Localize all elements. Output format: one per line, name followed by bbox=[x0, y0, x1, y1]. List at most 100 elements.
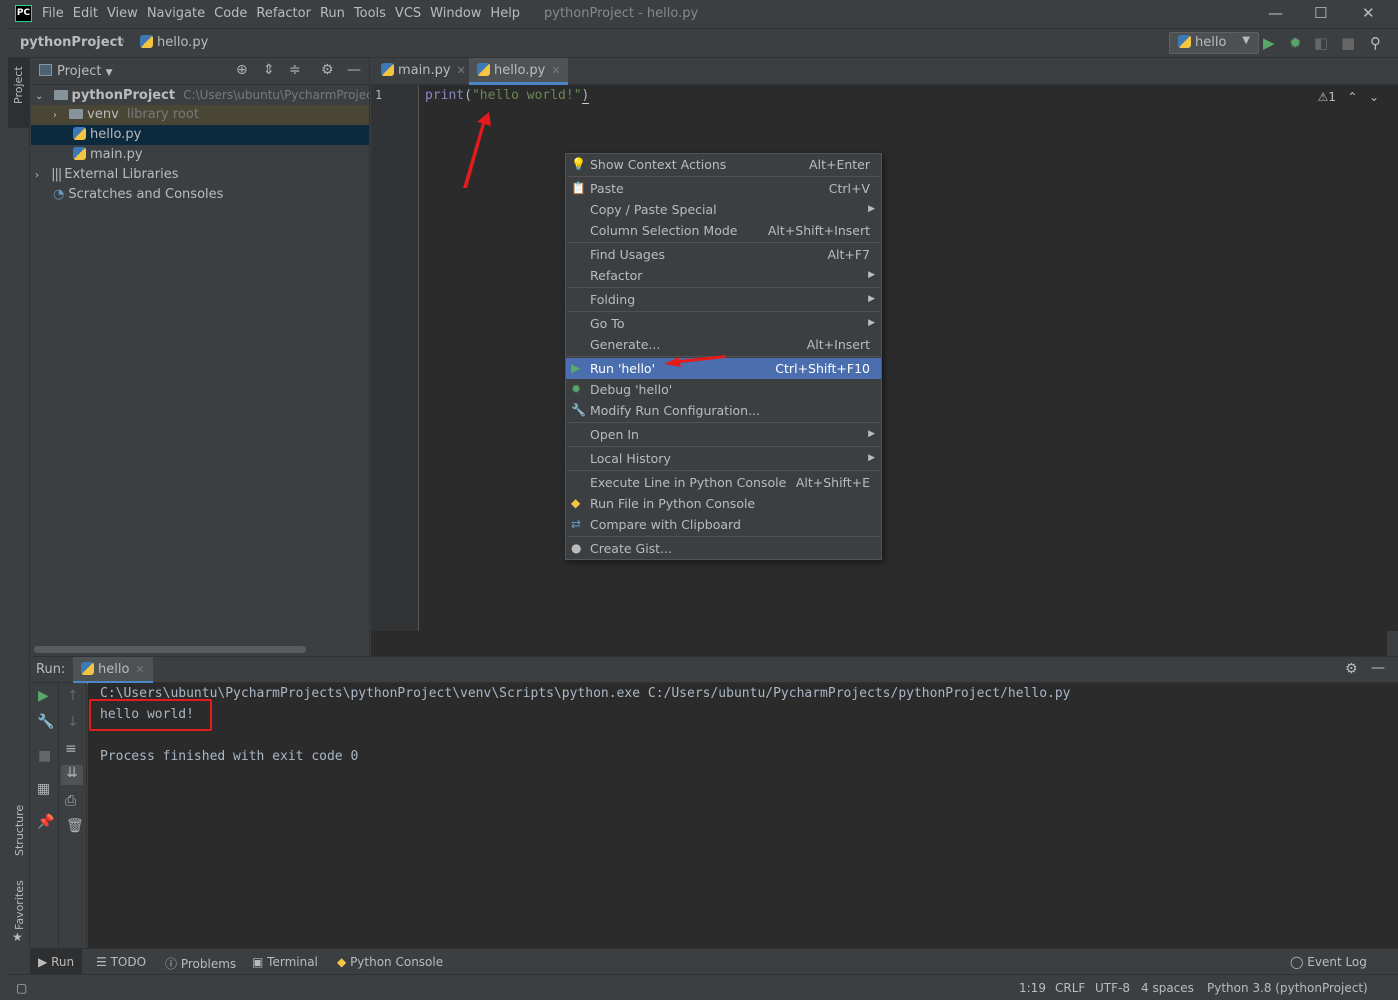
menu-item-copy-paste-special[interactable]: Copy / Paste Special ▶ bbox=[566, 199, 881, 220]
structure-tool-tab[interactable]: Structure bbox=[8, 778, 30, 858]
tool-tab-python-console[interactable]: ◆ Python Console bbox=[337, 955, 443, 969]
debug-bug-icon[interactable]: ✹ bbox=[1289, 34, 1302, 52]
search-icon[interactable]: ⚲ bbox=[1370, 34, 1381, 52]
menu-item-folding[interactable]: Folding ▶ bbox=[566, 289, 881, 310]
menu-run[interactable]: Run bbox=[320, 6, 345, 21]
tool-tab-terminal[interactable]: ▣ Terminal bbox=[252, 955, 318, 969]
tree-row-project-root[interactable]: ⌄ pythonProject C:\Users\ubuntu\PycharmP… bbox=[31, 85, 369, 105]
arrow-up-icon[interactable]: ↑ bbox=[67, 688, 79, 704]
breadcrumb-project[interactable]: pythonProject bbox=[20, 35, 124, 50]
close-tab-icon[interactable]: ✕ bbox=[457, 64, 466, 77]
maximize-icon[interactable]: ☐ bbox=[1314, 4, 1327, 22]
coverage-icon[interactable]: ◧ bbox=[1314, 34, 1328, 52]
tree-row-scratches[interactable]: ◔ Scratches and Consoles bbox=[31, 185, 369, 205]
tree-row-hello-py[interactable]: hello.py bbox=[31, 125, 369, 145]
collapse-all-icon[interactable]: ≑ bbox=[289, 62, 301, 78]
line-separator[interactable]: CRLF bbox=[1055, 981, 1085, 995]
pin-icon[interactable]: 📌 bbox=[37, 814, 54, 830]
tree-row-external-libraries[interactable]: › ||| External Libraries bbox=[31, 165, 369, 185]
project-view-select[interactable]: Project ▼ bbox=[57, 64, 113, 79]
tool-tab-problems[interactable]: ⓘ Problems bbox=[165, 955, 236, 972]
python-file-icon bbox=[140, 35, 153, 48]
indent-setting[interactable]: 4 spaces bbox=[1141, 981, 1194, 995]
menu-refactor[interactable]: Refactor bbox=[256, 6, 311, 21]
layout-icon[interactable]: ▦ bbox=[37, 781, 50, 797]
breadcrumb-file[interactable]: hello.py bbox=[140, 35, 208, 50]
menu-help[interactable]: Help bbox=[490, 6, 520, 21]
gear-icon[interactable]: ⚙ bbox=[321, 62, 334, 78]
stop-icon[interactable]: ■ bbox=[38, 748, 51, 764]
menu-vcs[interactable]: VCS bbox=[395, 6, 421, 21]
python-icon: ◆ bbox=[571, 496, 581, 510]
python-interpreter[interactable]: Python 3.8 (pythonProject) bbox=[1207, 981, 1392, 995]
run-panel-label: Run: bbox=[36, 662, 66, 677]
inspection-widget[interactable]: ⚠1 ⌃ ⌄ bbox=[1318, 90, 1379, 104]
code-line[interactable]: print("hello world!") bbox=[425, 88, 590, 104]
tool-tab-run[interactable]: ▶ Run bbox=[30, 949, 83, 975]
menu-separator bbox=[567, 287, 880, 288]
expand-all-icon[interactable]: ⇕ bbox=[263, 62, 275, 78]
soft-wrap-icon[interactable]: ≡ bbox=[65, 741, 77, 757]
file-encoding[interactable]: UTF-8 bbox=[1095, 981, 1130, 995]
project-tool-tab[interactable]: Project bbox=[8, 58, 30, 128]
menu-separator bbox=[567, 176, 880, 177]
menu-item-run-file-in-python-console[interactable]: ◆ Run File in Python Console bbox=[566, 493, 881, 514]
print-icon[interactable]: ⎙ bbox=[65, 793, 76, 809]
menu-code[interactable]: Code bbox=[214, 6, 247, 21]
menu-item-paste[interactable]: 📋 Paste Ctrl+V bbox=[566, 178, 881, 199]
favorites-tool-tab[interactable]: Favorites ★ bbox=[8, 868, 30, 944]
menu-item-modify-run-configuration[interactable]: 🔧 Modify Run Configuration... bbox=[566, 400, 881, 421]
console-scrollbar[interactable] bbox=[1388, 683, 1398, 948]
close-tab-icon[interactable]: ✕ bbox=[135, 663, 144, 676]
minimize-icon[interactable]: — bbox=[1268, 4, 1283, 22]
run-config-label: hello bbox=[1195, 35, 1227, 50]
arrow-down-icon[interactable]: ↓ bbox=[67, 714, 79, 730]
run-console-output[interactable]: C:\Users\ubuntu\PycharmProjects\pythonPr… bbox=[88, 683, 1388, 948]
caret-position[interactable]: 1:19 bbox=[1019, 981, 1046, 995]
run-tab-hello[interactable]: hello ✕ bbox=[73, 657, 153, 684]
menu-item-go-to[interactable]: Go To ▶ bbox=[566, 313, 881, 334]
menu-view[interactable]: View bbox=[107, 6, 138, 21]
trash-icon[interactable]: 🗑 bbox=[66, 818, 84, 834]
event-log-button[interactable]: ◯ Event Log bbox=[1290, 955, 1367, 969]
menu-item-execute-line-in-python-console[interactable]: Execute Line in Python Console Alt+Shift+… bbox=[566, 472, 881, 493]
menu-window[interactable]: Window bbox=[430, 6, 481, 21]
gear-icon[interactable]: ⚙ bbox=[1345, 661, 1358, 677]
chevron-up-icon[interactable]: ⌃ bbox=[1347, 90, 1357, 104]
menu-item-find-usages[interactable]: Find Usages Alt+F7 bbox=[566, 244, 881, 265]
menu-item-local-history[interactable]: Local History ▶ bbox=[566, 448, 881, 469]
close-tab-icon[interactable]: ✕ bbox=[551, 64, 560, 77]
tool-tab-todo[interactable]: ☰ TODO bbox=[96, 955, 146, 969]
menu-item-create-gist[interactable]: ● Create Gist... bbox=[566, 538, 881, 559]
menu-tools[interactable]: Tools bbox=[354, 6, 386, 21]
hide-panel-icon[interactable]: — bbox=[347, 62, 361, 78]
project-horizontal-scrollbar[interactable] bbox=[34, 646, 306, 653]
menu-item-open-in[interactable]: Open In ▶ bbox=[566, 424, 881, 445]
locate-file-icon[interactable]: ⊕ bbox=[236, 62, 248, 78]
menu-item-column-selection-mode[interactable]: Column Selection Mode Alt+Shift+Insert bbox=[566, 220, 881, 241]
menu-item-compare-with-clipboard[interactable]: ⇄ Compare with Clipboard bbox=[566, 514, 881, 535]
close-icon[interactable]: ✕ bbox=[1362, 4, 1375, 22]
menu-item-refactor[interactable]: Refactor ▶ bbox=[566, 265, 881, 286]
tree-row-main-py[interactable]: main.py bbox=[31, 145, 369, 165]
editor-vertical-scrollbar[interactable] bbox=[1387, 85, 1398, 631]
tab-main-py[interactable]: main.py ✕ bbox=[373, 58, 474, 85]
dropdown-arrow-icon: ▼ bbox=[105, 68, 113, 78]
run-icon[interactable]: ▶ bbox=[1263, 34, 1275, 52]
libraries-icon: ||| bbox=[51, 167, 62, 182]
run-configuration-select[interactable]: hello ▼ bbox=[1169, 32, 1259, 54]
tree-row-venv[interactable]: › venv library root bbox=[31, 105, 369, 125]
menu-navigate[interactable]: Navigate bbox=[147, 6, 205, 21]
wrench-icon[interactable]: 🔧 bbox=[37, 714, 54, 730]
panel-toggle-icon[interactable]: ▢ bbox=[16, 981, 27, 995]
chevron-down-icon[interactable]: ⌄ bbox=[1369, 90, 1379, 104]
rerun-icon[interactable]: ▶ bbox=[38, 688, 49, 704]
menu-item-show-context-actions[interactable]: 💡 Show Context Actions Alt+Enter bbox=[566, 154, 881, 175]
menu-file[interactable]: File bbox=[42, 6, 64, 21]
menu-edit[interactable]: Edit bbox=[73, 6, 98, 21]
menu-item-debug-hello[interactable]: ✹ Debug 'hello' bbox=[566, 379, 881, 400]
scroll-to-end-icon[interactable]: ⇊ bbox=[61, 765, 83, 785]
tab-hello-py[interactable]: hello.py ✕ bbox=[469, 58, 569, 85]
stop-icon[interactable]: ■ bbox=[1341, 34, 1355, 52]
hide-panel-icon[interactable]: — bbox=[1371, 660, 1385, 676]
